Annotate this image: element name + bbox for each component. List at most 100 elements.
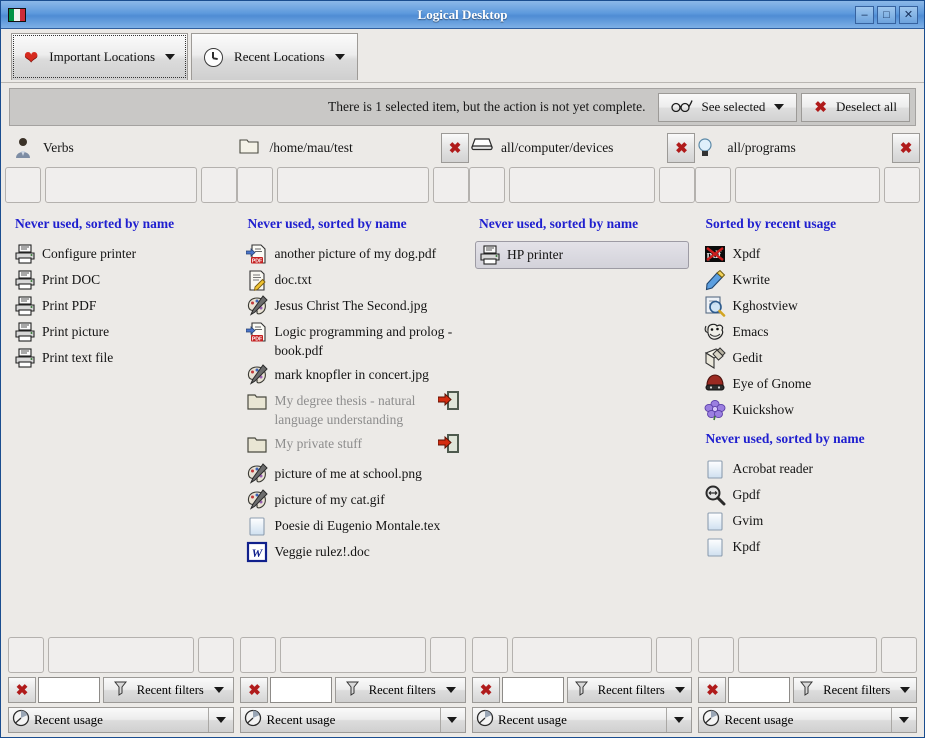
list-item[interactable]: doc.txt [243, 267, 463, 293]
palette-icon [246, 364, 269, 386]
recent-usage-dropdown-2[interactable]: Recent usage [471, 707, 693, 733]
clear-filter-button-1[interactable]: ✖ [240, 677, 269, 703]
list-item[interactable]: PDF Logic programming and prolog - book.p… [243, 319, 463, 362]
filter-input-0[interactable] [38, 677, 100, 703]
recent-filters-label: Recent filters [136, 682, 204, 697]
section-title: Never used, sorted by name [15, 216, 175, 231]
chevron-down-icon[interactable] [891, 708, 915, 732]
slot-left[interactable] [471, 637, 508, 673]
slot-left[interactable] [695, 167, 732, 203]
clear-filter-button-2[interactable]: ✖ [471, 677, 500, 703]
clock-pie-icon [12, 709, 32, 731]
recent-filters-dropdown-1[interactable]: Recent filters [335, 677, 466, 703]
slot-right[interactable] [432, 167, 469, 203]
column-2: Never used, sorted by name HP printer [469, 208, 696, 636]
slot-right[interactable] [884, 167, 920, 203]
list-item-label: Gpdf [732, 487, 761, 502]
close-column-2-button[interactable]: ✖ [667, 133, 696, 163]
list-item[interactable]: My degree thesis - natural language unde… [243, 388, 463, 431]
list-item[interactable]: Print text file [11, 345, 231, 371]
list-item[interactable]: picture of my cat.gif [243, 487, 463, 513]
clear-filter-button-0[interactable]: ✖ [8, 677, 36, 703]
slot-main[interactable] [280, 637, 426, 673]
slot-left[interactable] [240, 637, 277, 673]
slot-main[interactable] [738, 637, 877, 673]
close-button[interactable]: ✕ [899, 5, 918, 24]
maximize-button[interactable]: □ [877, 5, 896, 24]
slot-main[interactable] [48, 637, 195, 673]
slot-right[interactable] [881, 637, 917, 673]
slot-left[interactable] [237, 167, 274, 203]
lightbulb-icon [697, 137, 719, 159]
recent-filters-dropdown-3[interactable]: Recent filters [793, 677, 917, 703]
slot-right[interactable] [201, 167, 238, 203]
recent-filters-label: Recent filters [597, 682, 665, 697]
tab-important-locations[interactable]: ❤ Important Locations [11, 33, 189, 80]
slot-left[interactable] [468, 167, 505, 203]
list-item[interactable]: Configure printer [11, 241, 231, 267]
list-item[interactable]: Print PDF [11, 293, 231, 319]
list-item[interactable]: Eye of Gnome [701, 371, 914, 397]
window-controls: – □ ✕ [855, 5, 918, 24]
filter-input-1[interactable] [270, 677, 333, 703]
recent-usage-dropdown-0[interactable]: Recent usage [8, 707, 235, 733]
blank-doc-icon [704, 458, 726, 480]
chevron-down-icon[interactable] [666, 708, 690, 732]
slot-main[interactable] [277, 167, 429, 203]
list-item-label: HP printer [506, 247, 564, 262]
recent-filters-dropdown-2[interactable]: Recent filters [566, 677, 693, 703]
clear-filter-button-3[interactable]: ✖ [698, 677, 727, 703]
slot-main[interactable] [735, 167, 880, 203]
list-item[interactable]: HP printer [474, 241, 690, 269]
list-item[interactable]: Kghostview [701, 293, 914, 319]
list-item[interactable]: Gpdf [701, 482, 914, 508]
slot-left[interactable] [698, 637, 735, 673]
list-item[interactable]: Poesie di Eugenio Montale.tex [243, 513, 463, 539]
drop-slots-3 [695, 166, 920, 204]
minimize-button[interactable]: – [855, 5, 874, 24]
filter-input-3[interactable] [728, 677, 791, 703]
kghostview-icon [704, 295, 726, 317]
list-item[interactable]: W Veggie rulez!.doc [243, 539, 463, 565]
list-item[interactable]: Gvim [701, 508, 914, 534]
recent-usage-dropdown-1[interactable]: Recent usage [240, 707, 466, 733]
enter-folder-icon[interactable] [437, 390, 460, 416]
list-item[interactable]: Kuickshow [701, 397, 914, 423]
footer-filter-rows: ✖ Recent filters Recent usage ✖ Recent f… [5, 674, 920, 733]
recent-usage-dropdown-3[interactable]: Recent usage [698, 707, 917, 733]
list-item[interactable]: Acrobat reader [701, 456, 914, 482]
slot-right[interactable] [198, 637, 235, 673]
close-column-3-button[interactable]: ✖ [892, 133, 920, 163]
slot-left[interactable] [5, 167, 41, 203]
slot-right[interactable] [659, 167, 696, 203]
slot-left[interactable] [8, 637, 44, 673]
text-edit-icon [246, 269, 268, 291]
tab-recent-locations[interactable]: Recent Locations [191, 33, 358, 80]
slot-right[interactable] [656, 637, 693, 673]
chevron-down-icon[interactable] [439, 708, 464, 732]
list-item[interactable]: pdf Xpdf [701, 241, 914, 267]
recent-filters-dropdown-0[interactable]: Recent filters [103, 677, 235, 703]
list-item[interactable]: Print picture [11, 319, 231, 345]
list-item[interactable]: Jesus Christ The Second.jpg [243, 293, 463, 319]
list-item[interactable]: Gedit [701, 345, 914, 371]
filter-input-2[interactable] [501, 677, 564, 703]
deselect-all-button[interactable]: ✖ Deselect all [801, 92, 910, 122]
funnel-icon [800, 681, 814, 700]
close-column-1-button[interactable]: ✖ [440, 133, 469, 163]
list-item[interactable]: Kwrite [701, 267, 914, 293]
enter-folder-icon[interactable] [437, 433, 460, 459]
slot-main[interactable] [508, 167, 656, 203]
list-item[interactable]: Print DOC [11, 267, 231, 293]
slot-main[interactable] [511, 637, 653, 673]
slot-right[interactable] [429, 637, 466, 673]
list-item[interactable]: PDF another picture of my dog.pdf [243, 241, 463, 267]
list-item[interactable]: Kpdf [701, 534, 914, 560]
slot-main[interactable] [45, 167, 198, 203]
list-item[interactable]: My private stuff [243, 431, 463, 461]
list-item[interactable]: Emacs [701, 319, 914, 345]
chevron-down-icon[interactable] [208, 708, 232, 732]
see-selected-button[interactable]: See selected [657, 92, 798, 122]
list-item[interactable]: picture of me at school.png [243, 461, 463, 487]
list-item[interactable]: mark knopfler in concert.jpg [243, 362, 463, 388]
